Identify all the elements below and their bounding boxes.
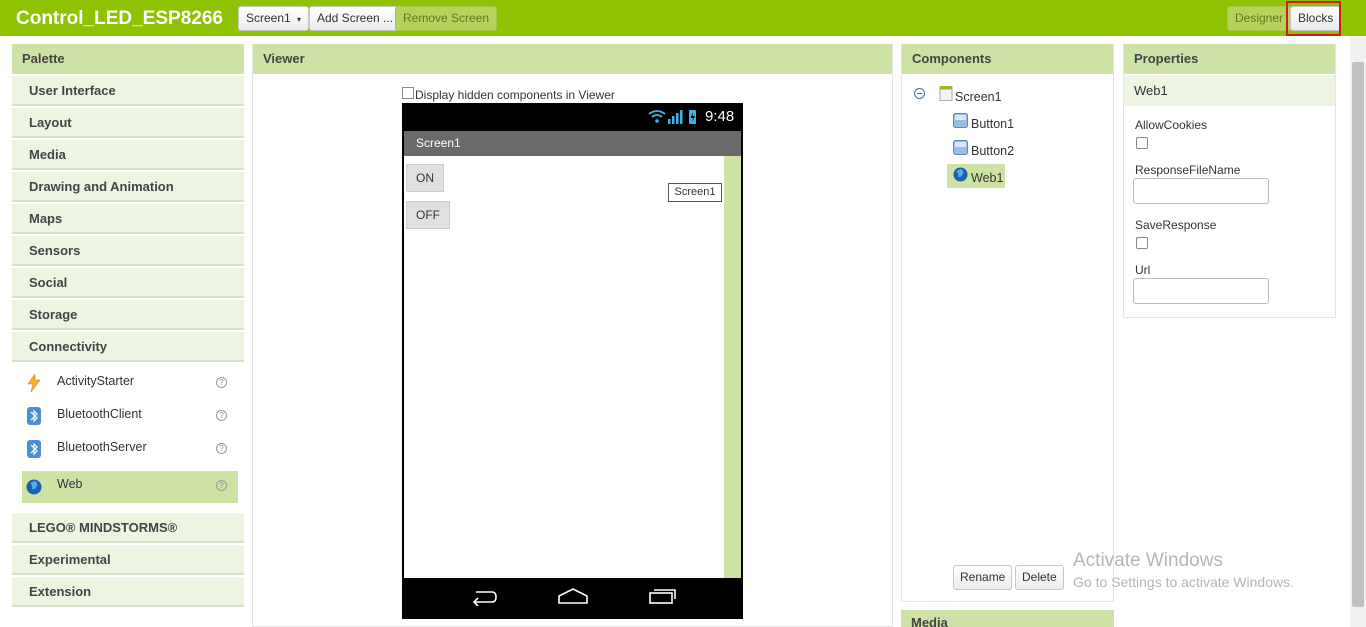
lightning-icon (27, 374, 41, 392)
rename-button[interactable]: Rename (953, 565, 1013, 590)
save-response-label: SaveResponse (1135, 218, 1217, 232)
url-input[interactable] (1133, 278, 1269, 304)
bluetooth-icon (27, 440, 41, 458)
palette-item-label: Web (57, 477, 83, 491)
designer-button[interactable]: Designer (1227, 6, 1292, 31)
save-response-checkbox[interactable] (1136, 237, 1148, 249)
remove-screen-button[interactable]: Remove Screen (395, 6, 498, 31)
palette-category-extension[interactable]: Extension (12, 577, 244, 607)
screen-canvas[interactable] (404, 156, 724, 578)
tree-item-web1[interactable]: Web1 (971, 171, 1003, 185)
palette-category-experimental[interactable]: Experimental (12, 545, 244, 575)
screen-scroll-strip (724, 156, 741, 578)
page-scrollbar-thumb[interactable] (1352, 62, 1364, 607)
palette-item-label: ActivityStarter (57, 374, 135, 388)
tree-item-screen1[interactable]: Screen1 (955, 90, 1002, 104)
back-icon (472, 591, 497, 606)
tree-item-button1[interactable]: Button1 (971, 117, 1014, 131)
screen-title-bar: Screen1 (404, 131, 741, 156)
palette-category-user-interface[interactable]: User Interface (12, 76, 244, 106)
screen-icon (939, 86, 953, 101)
screen-select-dropdown[interactable]: Screen1 ▾ (238, 6, 310, 31)
add-screen-button[interactable]: Add Screen ... (309, 6, 402, 31)
palette-category-lego-mindstorms[interactable]: LEGO® MINDSTORMS® (12, 513, 244, 543)
off-button[interactable]: OFF (406, 201, 450, 229)
response-file-name-label: ResponseFileName (1135, 163, 1241, 177)
palette-category-drawing-animation[interactable]: Drawing and Animation (12, 172, 244, 202)
palette-title: Palette (12, 44, 244, 74)
app-title: Control_LED_ESP8266 (16, 8, 223, 29)
components-title: Components (902, 44, 1113, 74)
caret-down-icon: ▾ (297, 15, 302, 24)
activate-windows-title: Activate Windows (1073, 550, 1223, 571)
help-icon[interactable]: ? (216, 377, 227, 388)
phone-status-bar (402, 103, 743, 131)
collapse-icon[interactable] (914, 88, 925, 99)
palette-item-label: BluetoothClient (57, 407, 142, 421)
palette-category-maps[interactable]: Maps (12, 204, 244, 234)
wifi-signal-battery-icon (648, 110, 696, 124)
palette-item-bluetoothserver[interactable]: BluetoothServer ? (22, 434, 238, 466)
url-label: Url (1135, 263, 1151, 277)
palette-item-bluetoothclient[interactable]: BluetoothClient ? (22, 401, 238, 433)
globe-icon (26, 479, 42, 495)
palette-category-layout[interactable]: Layout (12, 108, 244, 138)
display-hidden-checkbox[interactable] (402, 87, 414, 99)
phone-nav-bar (402, 578, 743, 619)
palette-category-sensors[interactable]: Sensors (12, 236, 244, 266)
palette-item-activitystarter[interactable]: ActivityStarter ? (22, 368, 238, 400)
activate-windows-subtitle: Go to Settings to activate Windows. (1073, 574, 1294, 590)
on-button[interactable]: ON (406, 164, 444, 192)
response-file-name-input[interactable] (1133, 178, 1269, 204)
help-icon[interactable]: ? (216, 480, 227, 491)
display-hidden-label: Display hidden components in Viewer (415, 88, 615, 102)
allow-cookies-label: AllowCookies (1135, 118, 1208, 132)
media-panel-title: Media (901, 610, 1114, 627)
phone-time: 9:48 (705, 108, 735, 125)
screen1-tooltip-tag: Screen1 (668, 183, 722, 202)
help-icon[interactable]: ? (216, 443, 227, 454)
globe-icon (953, 167, 968, 182)
palette-item-label: BluetoothServer (57, 440, 147, 454)
help-icon[interactable]: ? (216, 410, 227, 421)
blocks-highlight-outline (1286, 1, 1341, 36)
bluetooth-icon (27, 407, 41, 425)
button-component-icon (953, 140, 968, 155)
button-component-icon (953, 113, 968, 128)
allow-cookies-checkbox[interactable] (1136, 137, 1148, 149)
palette-category-connectivity[interactable]: Connectivity (12, 332, 244, 362)
delete-button[interactable]: Delete (1015, 565, 1064, 590)
properties-title: Properties (1124, 44, 1335, 74)
palette-category-storage[interactable]: Storage (12, 300, 244, 330)
viewer-title: Viewer (253, 44, 892, 74)
recents-icon (649, 589, 676, 604)
palette-category-media[interactable]: Media (12, 140, 244, 170)
tree-item-button2[interactable]: Button2 (971, 144, 1014, 158)
screen-select-label: Screen1 (246, 11, 291, 25)
properties-component-name: Web1 (1124, 75, 1335, 106)
home-icon (558, 588, 588, 604)
palette-item-web[interactable]: Web ? (22, 471, 238, 503)
palette-category-social[interactable]: Social (12, 268, 244, 298)
